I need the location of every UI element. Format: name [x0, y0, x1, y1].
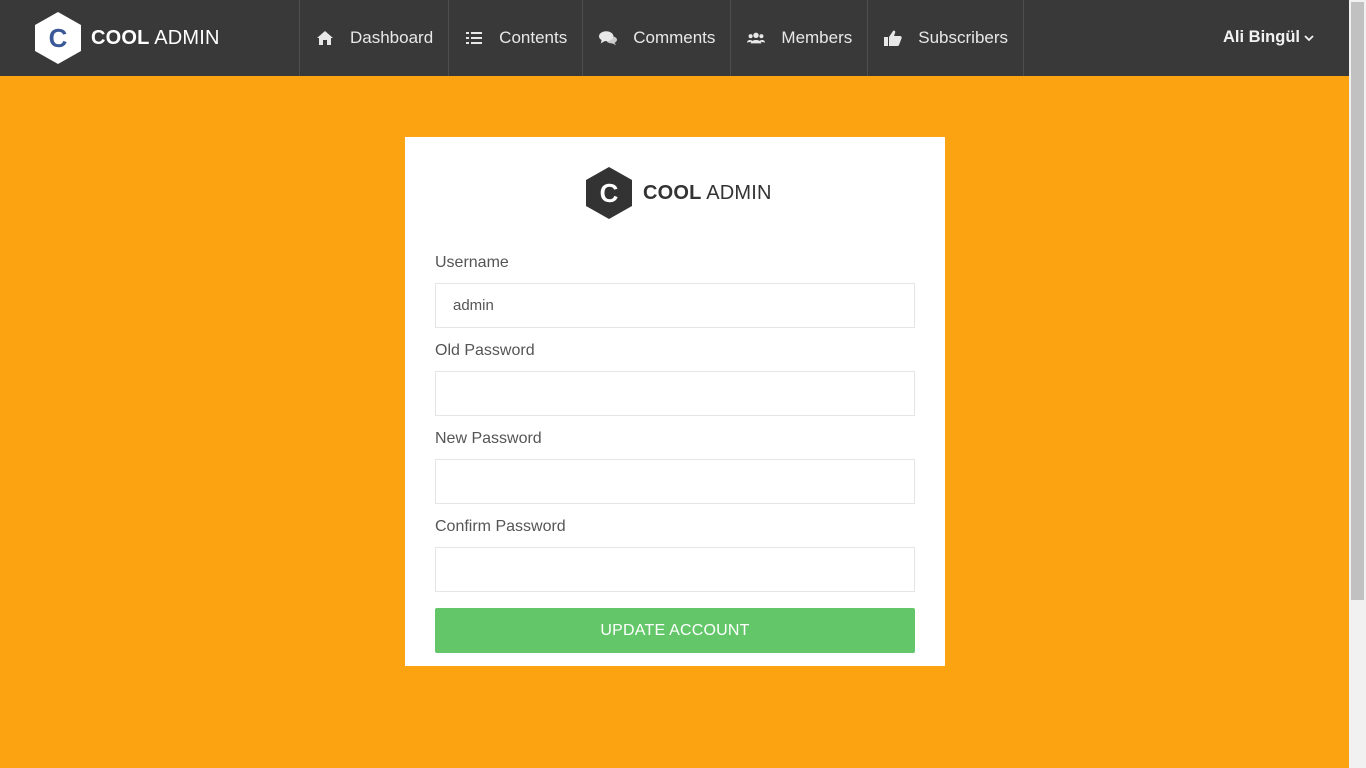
nav-item-label: Dashboard: [350, 28, 434, 47]
confirm-password-label: Confirm Password: [435, 518, 566, 535]
scrollbar-thumb[interactable]: [1351, 2, 1364, 600]
old-password-input[interactable]: [435, 371, 915, 416]
confirm-password-input[interactable]: [435, 547, 915, 592]
update-account-button[interactable]: UPDATE ACCOUNT: [435, 608, 915, 653]
old-password-label: Old Password: [435, 342, 535, 359]
comments-icon: [599, 29, 618, 47]
new-password-label: New Password: [435, 430, 542, 447]
nav-item-comments[interactable]: Comments: [582, 0, 730, 76]
hexagon-logo-icon: C: [586, 167, 632, 219]
username-input[interactable]: [435, 283, 915, 328]
svg-text:C: C: [49, 23, 68, 53]
home-icon: [316, 29, 334, 47]
users-icon: [747, 29, 766, 47]
main-nav: Dashboard Contents Comments Members Subs…: [299, 0, 1025, 76]
nav-item-subscribers[interactable]: Subscribers: [867, 0, 1025, 76]
card-brand-name: COOL ADMIN: [643, 182, 772, 205]
brand-name-bold: COOL: [91, 26, 150, 49]
user-menu[interactable]: Ali Bingül: [1223, 28, 1314, 47]
brand-name-light: ADMIN: [706, 181, 772, 204]
chevron-down-icon: [1304, 34, 1314, 42]
hexagon-logo-icon: C: [34, 12, 82, 64]
brand-name: COOL ADMIN: [91, 27, 220, 50]
brand-name-bold: COOL: [643, 181, 702, 204]
brand-name-light: ADMIN: [154, 26, 220, 49]
username-label: Username: [435, 254, 509, 271]
nav-item-label: Contents: [499, 28, 568, 47]
new-password-input[interactable]: [435, 459, 915, 504]
nav-item-members[interactable]: Members: [730, 0, 867, 76]
top-header: C COOL ADMIN Dashboard Contents Comments: [0, 0, 1349, 76]
user-name: Ali Bingül: [1223, 28, 1300, 46]
nav-item-label: Members: [781, 28, 853, 47]
nav-item-dashboard[interactable]: Dashboard: [299, 0, 448, 76]
vertical-scrollbar[interactable]: [1349, 0, 1366, 768]
card-brand-logo: C COOL ADMIN: [585, 167, 772, 219]
svg-text:C: C: [600, 178, 619, 208]
account-card: C COOL ADMIN Username Old Password New P…: [405, 137, 945, 666]
nav-item-label: Subscribers: [918, 28, 1009, 47]
update-account-form: Username Old Password New Password Confi…: [435, 252, 915, 653]
nav-item-label: Comments: [633, 28, 716, 47]
nav-item-contents[interactable]: Contents: [448, 0, 582, 76]
brand-logo[interactable]: C COOL ADMIN: [34, 12, 220, 64]
thumbs-up-icon: [884, 29, 902, 47]
list-icon: [465, 29, 483, 47]
